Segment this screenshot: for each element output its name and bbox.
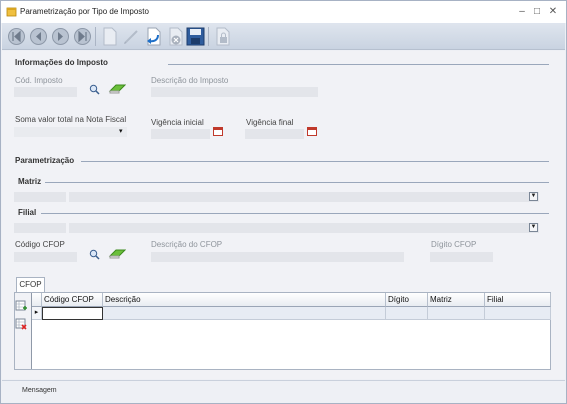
calendar-icon[interactable] <box>213 127 223 136</box>
column-header[interactable]: Filial <box>485 293 551 307</box>
column-header[interactable]: Dígito <box>386 293 428 307</box>
maximize-button[interactable]: □ <box>530 5 544 19</box>
digito-cfop-input[interactable] <box>430 252 493 262</box>
section-divider <box>45 182 549 183</box>
descricao-cfop-input[interactable] <box>151 252 404 262</box>
toolbar-separator <box>208 27 209 46</box>
table-cell[interactable] <box>386 307 428 320</box>
table-cell[interactable] <box>42 307 103 320</box>
minimize-button[interactable]: – <box>515 5 529 19</box>
cfop-grid[interactable]: Código CFOP Descrição Dígito Matriz Fili… <box>31 293 551 369</box>
vigencia-inicial-input[interactable] <box>151 129 210 139</box>
eraser-icon[interactable] <box>108 249 126 259</box>
edit-icon[interactable] <box>121 26 142 47</box>
soma-select[interactable] <box>14 127 127 137</box>
save-icon[interactable] <box>185 26 206 47</box>
chevron-down-icon[interactable]: ▼ <box>529 223 538 232</box>
chevron-down-icon[interactable]: ▼ <box>529 192 538 201</box>
main-window: Parametrização por Tipo de Imposto – □ ✕ <box>0 0 567 404</box>
app-icon <box>6 7 17 17</box>
cancel-icon[interactable] <box>165 26 186 47</box>
first-icon[interactable] <box>6 26 27 47</box>
matriz-code-input[interactable] <box>14 192 66 202</box>
lock-icon[interactable] <box>212 26 233 47</box>
descricao-cfop-label: Descrição do CFOP <box>151 240 223 249</box>
filial-select[interactable] <box>69 223 539 233</box>
codigo-cfop-input[interactable] <box>14 252 77 262</box>
new-icon[interactable] <box>99 26 120 47</box>
close-button[interactable]: ✕ <box>546 5 560 19</box>
last-icon[interactable] <box>72 26 93 47</box>
add-row-icon[interactable] <box>15 300 27 312</box>
codigo-cfop-label: Código CFOP <box>15 240 65 249</box>
section-divider <box>81 161 549 162</box>
column-header[interactable]: Matriz <box>428 293 485 307</box>
filial-code-input[interactable] <box>14 223 66 233</box>
digito-cfop-label: Dígito CFOP <box>431 240 477 249</box>
search-icon[interactable] <box>89 249 100 260</box>
matriz-title: Matriz <box>18 177 42 186</box>
next-icon[interactable] <box>50 26 71 47</box>
row-header-corner <box>32 293 42 307</box>
vigencia-final-input[interactable] <box>245 129 304 139</box>
undo-icon[interactable] <box>143 26 164 47</box>
toolbar-separator <box>95 27 96 46</box>
delete-row-icon[interactable] <box>15 318 27 330</box>
filial-title: Filial <box>18 208 37 217</box>
vigencia-inicial-label: Vigência inicial <box>151 118 204 127</box>
toolbar <box>2 23 565 50</box>
section-title-param: Parametrização <box>15 156 75 165</box>
soma-label: Soma valor total na Nota Fiscal <box>15 115 127 124</box>
section-divider <box>168 64 549 65</box>
matriz-select[interactable] <box>69 192 539 202</box>
column-header[interactable]: Descrição <box>103 293 386 307</box>
title-bar: Parametrização por Tipo de Imposto – □ ✕ <box>1 1 566 23</box>
table-cell[interactable] <box>428 307 485 320</box>
tab-cfop[interactable]: CFOP <box>16 277 45 293</box>
section-divider <box>41 213 549 214</box>
cod-imposto-label: Cód. Imposto <box>15 76 63 85</box>
eraser-icon[interactable] <box>108 84 126 94</box>
section-title-info: Informações do Imposto <box>15 58 108 67</box>
status-bar: Mensagem <box>2 380 565 403</box>
column-header[interactable]: Código CFOP <box>42 293 103 307</box>
window-title: Parametrização por Tipo de Imposto <box>20 7 149 16</box>
table-cell[interactable] <box>103 307 386 320</box>
vigencia-final-label: Vigência final <box>246 118 294 127</box>
previous-icon[interactable] <box>28 26 49 47</box>
row-indicator[interactable]: ▸ <box>32 307 42 320</box>
calendar-icon[interactable] <box>307 127 317 136</box>
descricao-imposto-label: Descrição do Imposto <box>151 76 229 85</box>
cod-imposto-input[interactable] <box>14 87 77 97</box>
search-icon[interactable] <box>89 84 100 95</box>
descricao-imposto-input[interactable] <box>151 87 318 97</box>
chevron-down-icon[interactable]: ▾ <box>119 127 123 135</box>
table-cell[interactable] <box>485 307 551 320</box>
status-message: Mensagem <box>22 387 57 394</box>
